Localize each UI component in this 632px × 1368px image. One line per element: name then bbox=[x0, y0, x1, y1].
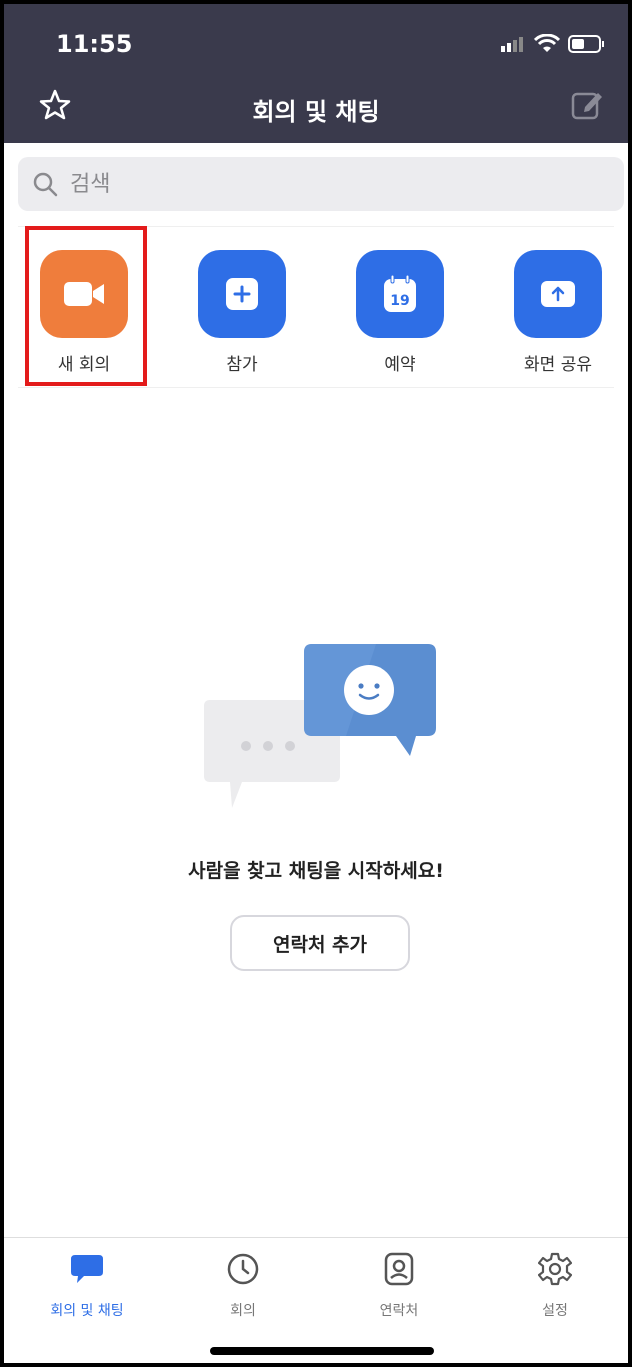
schedule-button[interactable]: 19 예약 bbox=[335, 250, 465, 375]
compose-icon[interactable] bbox=[570, 88, 604, 122]
share-up-arrow-icon bbox=[541, 281, 575, 307]
chat-bubbles-illustration bbox=[204, 644, 436, 808]
join-label: 참가 bbox=[226, 355, 258, 375]
empty-state-message: 사람을 찾고 채팅을 시작하세요! bbox=[188, 860, 444, 882]
tab-label: 설정 bbox=[542, 1303, 568, 1319]
home-indicator bbox=[210, 1347, 434, 1355]
join-tile[interactable] bbox=[198, 250, 286, 338]
page-title: 회의 및 채팅 bbox=[252, 98, 380, 126]
calendar-day: 19 bbox=[390, 293, 409, 309]
share-screen-tile[interactable] bbox=[514, 250, 602, 338]
clock-icon bbox=[227, 1253, 259, 1285]
tab-contacts[interactable]: 연락처 bbox=[324, 1252, 474, 1320]
contacts-icon bbox=[384, 1252, 414, 1286]
tab-label: 회의 bbox=[230, 1303, 256, 1319]
app-header: 11:55 회의 및 채팅 bbox=[0, 0, 632, 143]
signal-icon bbox=[501, 37, 523, 52]
search-bar[interactable] bbox=[18, 157, 624, 211]
chat-bubble-icon bbox=[71, 1255, 103, 1283]
plus-icon bbox=[226, 278, 258, 310]
wifi-icon bbox=[534, 34, 560, 52]
gear-icon bbox=[538, 1252, 572, 1286]
share-screen-label: 화면 공유 bbox=[524, 355, 592, 375]
schedule-label: 예약 bbox=[384, 355, 416, 375]
tab-label: 회의 및 채팅 bbox=[50, 1303, 124, 1319]
tab-meetings[interactable]: 회의 bbox=[168, 1252, 318, 1320]
calendar-icon: 19 bbox=[384, 274, 416, 312]
tab-settings[interactable]: 설정 bbox=[480, 1252, 630, 1320]
tab-meetings-chat[interactable]: 회의 및 채팅 bbox=[12, 1252, 162, 1320]
share-screen-button[interactable]: 화면 공유 bbox=[493, 250, 623, 375]
status-time: 11:55 bbox=[56, 30, 133, 58]
status-icons bbox=[500, 34, 606, 54]
highlight-box bbox=[25, 226, 147, 386]
divider bbox=[18, 387, 614, 388]
join-button[interactable]: 참가 bbox=[177, 250, 307, 375]
battery-icon bbox=[568, 35, 604, 53]
add-contact-button[interactable]: 연락처 추가 bbox=[230, 915, 410, 971]
search-input[interactable] bbox=[64, 157, 610, 211]
schedule-tile[interactable]: 19 bbox=[356, 250, 444, 338]
tab-label: 연락처 bbox=[379, 1303, 419, 1319]
search-icon bbox=[33, 172, 58, 197]
